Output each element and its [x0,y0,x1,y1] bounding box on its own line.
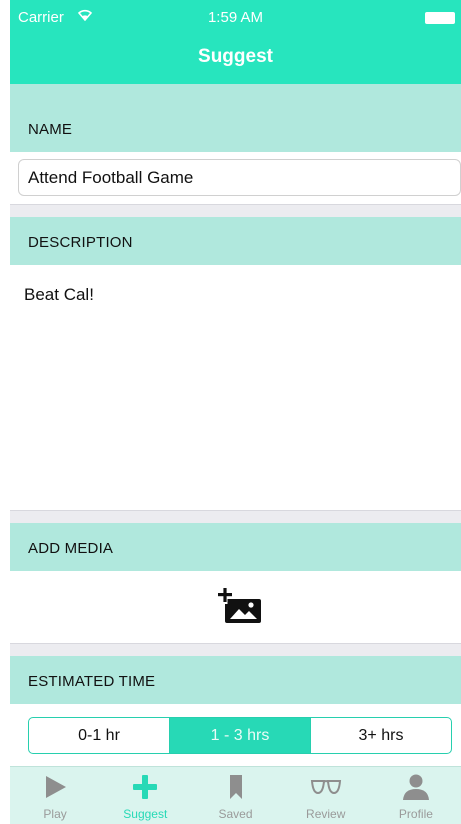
add-photo-icon[interactable] [217,588,263,626]
tab-profile[interactable]: Profile [371,767,461,824]
tab-label: Saved [218,807,253,821]
section-divider [10,204,461,217]
description-section-label: DESCRIPTION [28,234,133,251]
plus-icon [129,773,161,801]
tab-saved[interactable]: Saved [190,767,280,824]
tab-label: Profile [398,807,433,821]
tab-label: Suggest [123,807,168,821]
play-icon [39,773,71,801]
name-field[interactable] [18,159,461,196]
status-time: 1:59 AM [207,9,264,26]
glasses-icon [310,773,342,801]
name-section-header: NAME [10,84,461,152]
page-title: Suggest [198,46,273,67]
battery-icon [425,12,455,24]
name-section-label: NAME [28,121,73,138]
person-icon [400,773,432,801]
time-option-1-3[interactable]: 1 - 3 hrs [170,718,311,753]
time-option-3-plus[interactable]: 3+ hrs [311,718,451,753]
estimated-time-segmented-control[interactable]: 0-1 hr 1 - 3 hrs 3+ hrs [28,717,452,754]
tab-bar: Play Suggest Saved Review Profile [10,766,461,824]
description-section-header: DESCRIPTION [10,217,461,265]
section-divider [10,643,461,656]
description-field[interactable]: Beat Cal! [10,265,461,510]
time-section-label: ESTIMATED TIME [28,673,156,690]
time-section-header: ESTIMATED TIME [10,656,461,704]
tab-suggest[interactable]: Suggest [100,767,190,824]
tab-label: Review [306,807,346,821]
tab-label: Play [43,807,67,821]
bookmark-icon [220,773,252,801]
navigation-bar: Carrier 1:59 AM Suggest [10,0,461,84]
media-row [10,571,461,643]
media-section-header: ADD MEDIA [10,523,461,571]
media-section-label: ADD MEDIA [28,540,114,557]
tab-review[interactable]: Review [281,767,371,824]
tab-play[interactable]: Play [10,767,100,824]
section-divider [10,510,461,523]
time-option-0-1[interactable]: 0-1 hr [29,718,170,753]
